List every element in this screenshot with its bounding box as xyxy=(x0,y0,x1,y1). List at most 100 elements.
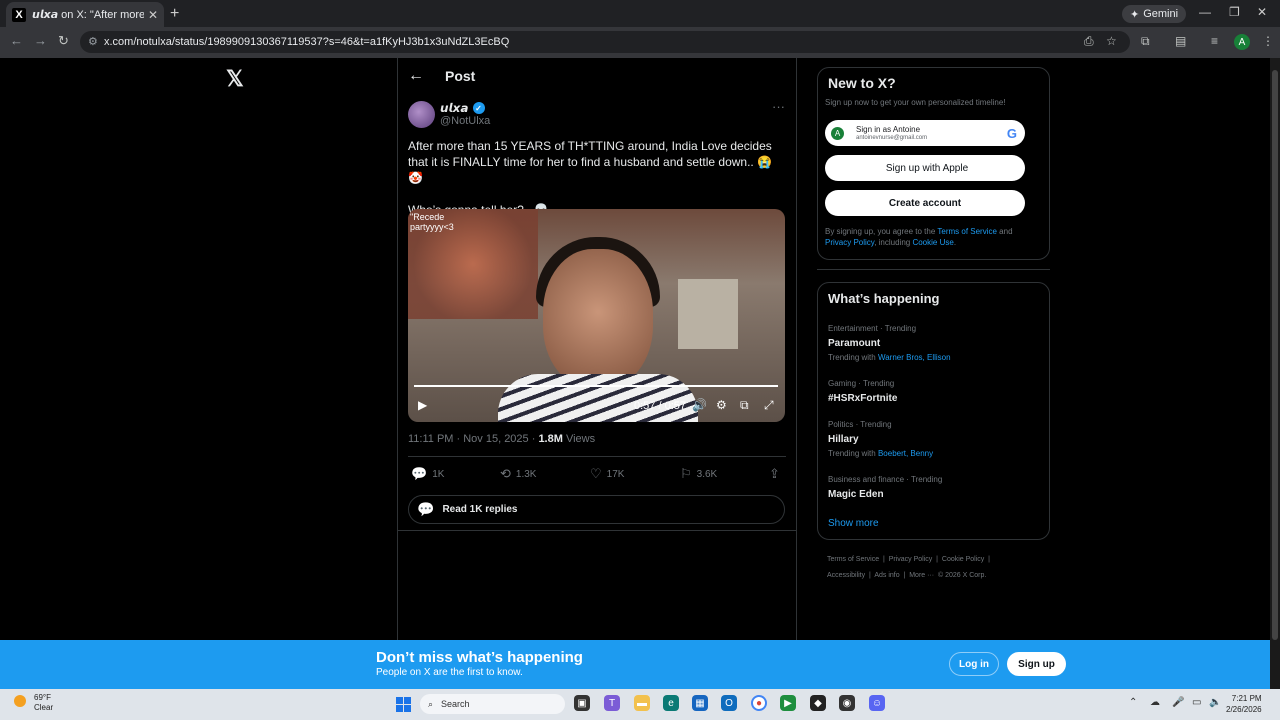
network-icon[interactable]: ▭ xyxy=(1192,697,1201,708)
task-view-icon[interactable]: ▣ xyxy=(574,695,590,711)
post-timestamp[interactable]: 11:11 PM · Nov 15, 2025 · xyxy=(408,433,538,445)
trend-name: Paramount xyxy=(828,338,881,349)
url-field[interactable]: ⚙ x.com/notulxa/status/19899091303671195… xyxy=(80,31,1130,53)
weather-condition: Clear xyxy=(34,703,54,712)
play-icon[interactable]: ▶ xyxy=(418,398,427,412)
teams-icon[interactable]: T xyxy=(604,695,620,711)
tab-close-icon[interactable]: ✕ xyxy=(148,8,158,22)
bookmark-star-icon[interactable]: ☆ xyxy=(1106,34,1117,48)
media-icon[interactable]: ≡ xyxy=(1211,34,1218,48)
trend-name: #HSRxFortnite xyxy=(828,393,898,404)
privacy-link[interactable]: Privacy Policy xyxy=(825,238,874,247)
trend-with-link[interactable]: Boebert, Benny xyxy=(878,449,933,458)
video-progress-bar[interactable] xyxy=(414,385,778,387)
volume-tray-icon[interactable]: 🔈 xyxy=(1209,697,1221,708)
google-signin-button[interactable]: A Sign in as Antoine antoinevnurse@gmail.… xyxy=(825,120,1025,146)
app-icon[interactable]: ▶ xyxy=(780,695,796,711)
browser-tab[interactable]: X 𝙪𝙡𝙭𝙖 on X: "After more than 1 ✕ xyxy=(6,2,164,27)
show-more-link[interactable]: Show more xyxy=(828,518,879,529)
clock-time: 7:21 PM xyxy=(1231,694,1262,703)
whats-happening-card xyxy=(817,282,1050,540)
pip-icon[interactable]: ⧉ xyxy=(740,398,749,413)
trend-with-prefix: Trending with xyxy=(828,449,878,458)
trend-category: Entertainment · Trending xyxy=(828,324,917,333)
app-icon[interactable]: ◆ xyxy=(810,695,826,711)
divider xyxy=(408,456,786,457)
repost-icon: ⟲ xyxy=(500,466,511,481)
tray-app-icon[interactable]: ☁ xyxy=(1150,697,1160,708)
maximize-button[interactable]: ❐ xyxy=(1229,5,1240,19)
signup-button[interactable]: Sign up xyxy=(1007,652,1066,676)
site-info-icon[interactable]: ⚙ xyxy=(88,35,98,48)
forward-button[interactable]: → xyxy=(34,33,47,48)
windows-start-icon[interactable] xyxy=(396,697,411,712)
trend-with-link[interactable]: Warner Bros, Ellison xyxy=(878,353,951,362)
bookmark-button[interactable]: ⚐ 3.6K xyxy=(680,466,717,482)
edge-icon[interactable]: e xyxy=(663,695,679,711)
trend-item[interactable]: Gaming · Trending #HSRxFortnite xyxy=(828,378,897,405)
apple-signup-button[interactable]: Sign up with Apple xyxy=(825,155,1025,181)
back-arrow-icon[interactable]: ← xyxy=(408,67,424,85)
install-app-icon[interactable]: ⎙ xyxy=(1084,34,1094,49)
discord-icon[interactable]: ☺ xyxy=(869,695,885,711)
repost-button[interactable]: ⟲ 1.3K xyxy=(500,466,536,482)
repost-count: 1.3K xyxy=(515,468,537,480)
taskbar-search[interactable]: ⌕ Search xyxy=(420,694,565,714)
file-explorer-icon[interactable]: ▬ xyxy=(634,695,650,711)
store-icon[interactable]: ▦ xyxy=(692,695,708,711)
terms-text: and xyxy=(996,227,1013,236)
login-button[interactable]: Log in xyxy=(949,652,999,676)
google-account-name: Sign in as Antoine xyxy=(856,124,921,134)
tray-chevron-icon[interactable]: ⌃ xyxy=(1129,697,1137,708)
author-name[interactable]: 𝙪𝙡𝙭𝙖 ✓ xyxy=(440,101,485,115)
trend-item[interactable]: Politics · Trending Hillary Trending wit… xyxy=(828,419,933,459)
heart-icon: ♡ xyxy=(590,466,602,481)
author-handle[interactable]: @NotUlxa xyxy=(440,115,490,127)
sidepanel-icon[interactable]: ▤ xyxy=(1175,34,1186,48)
settings-icon[interactable]: ⚙ xyxy=(716,398,727,412)
reload-button[interactable]: ↻ xyxy=(58,33,69,49)
chrome-icon[interactable]: ● xyxy=(751,695,767,711)
like-count: 17K xyxy=(606,468,625,480)
minimize-button[interactable]: — xyxy=(1199,5,1211,19)
share-button[interactable]: ⇪ xyxy=(769,466,780,482)
close-window-button[interactable]: ✕ xyxy=(1257,5,1267,19)
back-button[interactable]: ← xyxy=(10,33,23,48)
volume-icon[interactable]: 🔊 xyxy=(692,398,707,412)
post-meta: 11:11 PM · Nov 15, 2025 · 1.8M Views xyxy=(408,433,595,445)
video-person-shirt xyxy=(498,374,698,422)
like-button[interactable]: ♡ 17K xyxy=(590,466,624,482)
footer-links-2[interactable]: Accessibility | Ads info | More ··· © 20… xyxy=(827,572,986,579)
video-player[interactable]: "Recede partyyyy<3 ▶ 0:57 / 0:57 🔊 ⚙ ⧉ ⤢ xyxy=(408,209,785,422)
new-tab-button[interactable]: + xyxy=(170,5,179,23)
create-account-button[interactable]: Create account xyxy=(825,190,1025,216)
trend-item[interactable]: Business and finance · Trending Magic Ed… xyxy=(828,474,942,501)
extensions-icon[interactable]: ⧉ xyxy=(1141,34,1150,49)
footer-links-1[interactable]: Terms of Service | Privacy Policy | Cook… xyxy=(827,556,990,563)
gemini-button[interactable]: ✦ Gemini xyxy=(1122,5,1187,23)
author-avatar[interactable] xyxy=(408,101,435,128)
terms-text: By signing up, you agree to the xyxy=(825,227,938,236)
trend-item[interactable]: Entertainment · Trending Paramount Trend… xyxy=(828,323,951,363)
app-icon[interactable]: ◉ xyxy=(839,695,855,711)
fullscreen-icon[interactable]: ⤢ xyxy=(764,398,774,413)
menu-icon[interactable]: ⋮ xyxy=(1262,34,1274,48)
more-options-icon[interactable]: ··· xyxy=(772,99,785,114)
video-background-door xyxy=(678,279,738,349)
trend-category: Gaming · Trending xyxy=(828,379,895,388)
banner-title: Don’t miss what’s happening xyxy=(376,649,583,666)
divider xyxy=(397,530,797,531)
cookie-link[interactable]: Cookie Use xyxy=(912,238,953,247)
reply-button[interactable]: 💬 1K xyxy=(411,466,444,482)
profile-avatar[interactable]: A xyxy=(1234,34,1250,50)
read-replies-button[interactable]: 💬 Read 1K replies xyxy=(408,495,785,524)
microphone-icon[interactable]: 🎤 xyxy=(1172,697,1184,708)
terms-link[interactable]: Terms of Service xyxy=(937,227,997,236)
weather-widget[interactable]: 69°F Clear xyxy=(14,693,53,713)
search-icon: ⌕ xyxy=(428,698,434,709)
outlook-icon[interactable]: O xyxy=(721,695,737,711)
bookmark-count: 3.6K xyxy=(696,468,718,480)
scrollbar-thumb[interactable] xyxy=(1272,70,1278,640)
taskbar-clock[interactable]: 7:21 PM 2/26/2026 xyxy=(1226,693,1262,715)
x-logo-icon[interactable]: 𝕏 xyxy=(226,66,244,92)
